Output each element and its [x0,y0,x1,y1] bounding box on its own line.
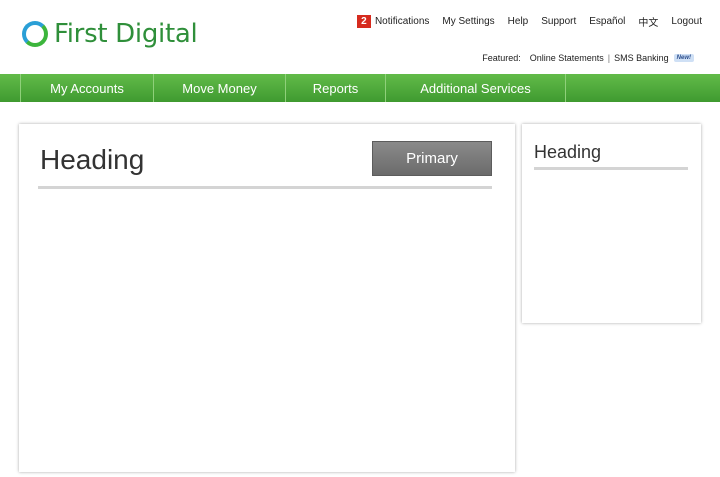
heading-divider [534,167,688,170]
nav-label: Reports [312,80,359,96]
main-panel-heading: Heading [40,144,145,175]
featured-separator: | [607,53,611,63]
support-link[interactable]: Support [541,16,576,27]
primary-button[interactable]: Primary [372,141,492,176]
nav-label: Additional Services [420,80,531,96]
logout-link[interactable]: Logout [671,16,702,27]
nav-move-money[interactable]: Move Money [154,74,286,102]
nav-label: Move Money [182,80,257,96]
heading-divider [38,186,492,189]
featured-bar: Featured: Online Statements | SMS Bankin… [482,53,694,63]
nav-divider [0,74,21,102]
my-settings-link[interactable]: My Settings [442,16,494,27]
sms-banking-link[interactable]: SMS Banking [614,53,669,63]
new-badge: New! [673,54,694,62]
notifications-label: Notifications [374,16,430,27]
online-statements-link[interactable]: Online Statements [530,53,604,63]
help-link[interactable]: Help [508,16,529,27]
main-panel: Heading Primary [19,124,515,472]
side-panel-heading: Heading [534,142,602,162]
nav-label: My Accounts [50,80,124,96]
logo-ring-icon [22,21,48,47]
brand-logo[interactable]: First Digital [22,19,198,49]
nav-reports[interactable]: Reports [286,74,386,102]
main-nav: My Accounts Move Money Reports Additiona… [0,74,720,102]
nav-additional-services[interactable]: Additional Services [386,74,566,102]
notification-count-badge: 2 [356,15,371,28]
header: First Digital 2 Notifications My Setting… [0,0,720,74]
side-panel: Heading [522,124,701,323]
utility-nav: 2 Notifications My Settings Help Support… [344,14,702,29]
featured-label: Featured: [482,53,521,63]
nav-my-accounts[interactable]: My Accounts [21,74,154,102]
brand-name: First Digital [54,19,198,49]
notifications-link[interactable]: 2 Notifications [356,15,430,28]
espanol-link[interactable]: Español [589,16,625,27]
chinese-link[interactable]: 中文 [638,14,658,29]
